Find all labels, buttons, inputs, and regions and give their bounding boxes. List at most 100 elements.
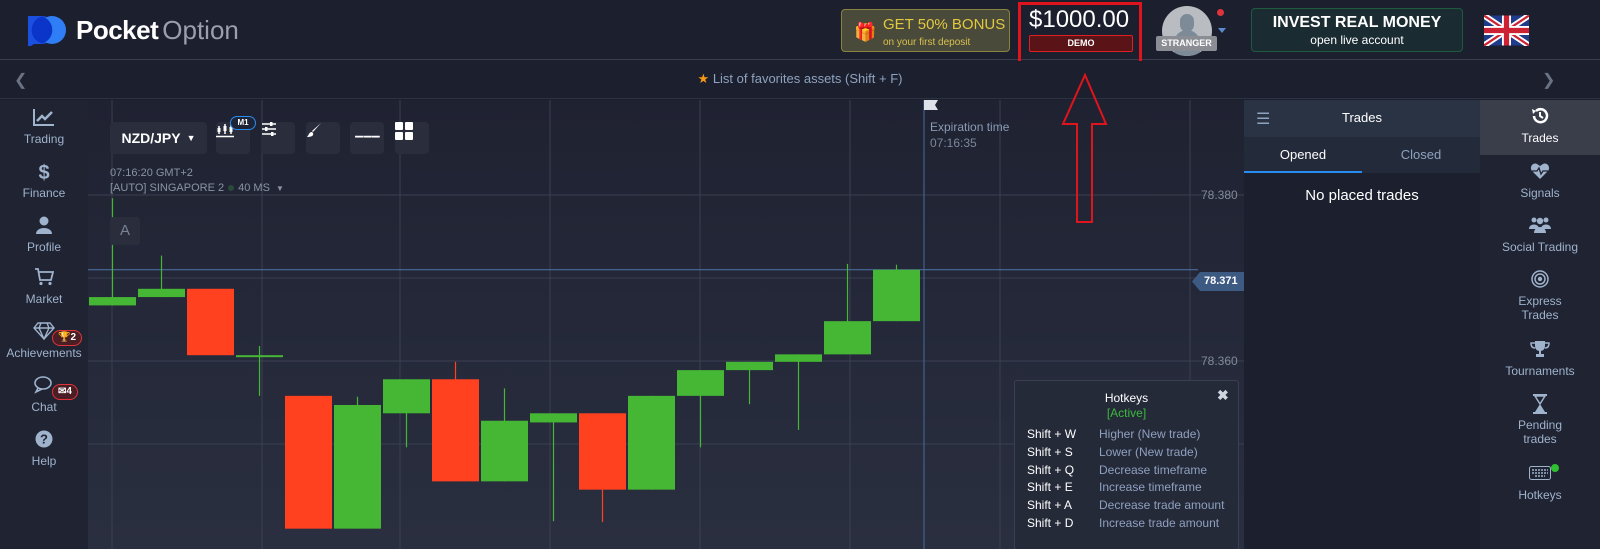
more-button[interactable]: −−− [350,122,384,154]
hourglass-icon [1480,394,1600,416]
logo-text-option: Option [162,14,239,45]
invest-subtitle: open live account [1310,33,1404,47]
target-icon [1480,270,1600,292]
candle-up [726,361,773,371]
sidebar-item-hotkeys[interactable]: Hotkeys [1480,464,1600,502]
hotkey-row: Shift + Q Decrease timeframe [1027,463,1208,477]
notification-dot [1217,9,1224,16]
close-icon[interactable]: ✖ [1217,387,1229,404]
gift-icon: 🎁 [854,22,877,42]
expiration-flag-icon[interactable] [924,100,944,112]
candle-up [236,355,283,358]
svg-text:?: ? [40,432,48,447]
candle-down [579,413,626,490]
achievements-badge: 🏆2 [52,330,83,346]
user-status-label: STRANGER [1156,36,1217,51]
server-selector[interactable]: [AUTO] SINGAPORE 2 40 MS ▼ [110,182,284,194]
chevron-down-icon[interactable] [1218,28,1226,33]
hotkeys-title: Hotkeys [1104,391,1149,405]
brush-icon [307,123,321,137]
dollar-icon: $ [38,162,50,184]
invest-real-money-button[interactable]: INVEST REAL MONEY open live account [1251,8,1463,52]
chevron-down-icon: ▼ [186,133,196,143]
candle-up [677,370,724,396]
timeframe-badge[interactable]: M1 [230,116,256,130]
hotkey-row: Shift + E Increase timeframe [1027,480,1202,494]
scroll-right-icon[interactable]: ❯ [1542,70,1555,90]
sidebar-item-social-trading[interactable]: Social Trading [1480,216,1600,254]
server-time: 07:16:20 GMT+2 [110,167,193,179]
candle-up [383,379,430,414]
tab-opened[interactable]: Opened [1244,137,1362,173]
sliders-icon [262,122,276,136]
sidebar-item-achievements[interactable]: Achievements 🏆2 [0,322,88,360]
trades-header: ☰ Trades [1244,100,1480,137]
right-sidebar: Trades Signals Social Trading Express Tr… [1480,100,1600,549]
tab-closed[interactable]: Closed [1362,137,1480,173]
trades-title: Trades [1342,110,1382,125]
sidebar-item-profile[interactable]: Profile [0,216,88,254]
candle-up [775,354,822,362]
trades-panel: ☰ Trades Opened Closed No placed trades [1244,100,1480,549]
sidebar-item-tournaments[interactable]: Tournaments [1480,340,1600,378]
candle-up [138,288,185,298]
favorites-bar: ❮ ★ List of favorites assets (Shift + F)… [0,61,1600,99]
chat-badge: ✉4 [52,384,78,400]
trophy-icon [1480,340,1600,362]
bonus-subtitle: on your first deposit [883,37,971,48]
logo[interactable]: Pocket Option [28,14,239,46]
account-type-badge[interactable]: DEMO [1029,35,1133,52]
empty-trades-message: No placed trades [1305,187,1419,204]
hotkey-row: Shift + D Increase trade amount [1027,516,1220,530]
hotkey-row: Shift + A Decrease trade amount [1027,498,1225,512]
candle-up [873,269,920,322]
sidebar-item-chat[interactable]: Chat ✉4 [0,376,88,414]
history-icon [1480,107,1600,129]
help-icon: ? [0,430,88,452]
indicators-button[interactable] [261,122,295,154]
account-balance[interactable]: $1000.00 [1029,6,1129,34]
sidebar-item-signals[interactable]: Signals [1480,162,1600,200]
candle-down [285,395,332,529]
uk-flag-icon[interactable] [1484,15,1529,46]
candle-up [628,395,675,490]
asset-selector[interactable]: NZD/JPY ▼ [110,122,207,154]
trades-tabs: Opened Closed [1244,137,1480,173]
users-icon [1480,216,1600,238]
sidebar-item-pending-trades[interactable]: Pending trades [1480,394,1600,446]
current-price-label: 78.371 [1192,272,1244,291]
expiration-label: Expiration time [930,120,1010,134]
invest-title: INVEST REAL MONEY [1272,14,1442,31]
pocket-option-logo-icon [28,16,66,46]
hotkeys-popup: Hotkeys [Active] ✖ Shift + W Higher (New … [1014,380,1239,549]
user-icon [0,216,88,238]
sidebar-item-trades[interactable]: Trades [1480,100,1600,155]
expiration-time: 07:16:35 [930,136,977,150]
favorites-hint[interactable]: ★ List of favorites assets (Shift + F) [0,71,1600,87]
chevron-down-icon: ▼ [275,184,284,193]
sidebar-item-express-trades[interactable]: Express Trades [1480,270,1600,322]
top-bar: Pocket Option 🎁 GET 50% BONUS on your fi… [0,0,1600,66]
hotkeys-status: [Active] [1106,406,1147,420]
drawing-tools-button[interactable] [306,122,340,154]
candle-up [481,420,528,482]
candle-down [432,379,479,482]
sidebar-item-trading[interactable]: Trading [0,108,88,146]
hotkeys-active-dot [1551,464,1559,472]
y-tick-label: 78.360 [1201,354,1238,368]
cart-icon [0,268,88,290]
candles [89,198,920,529]
sidebar-item-help[interactable]: ? Help [0,430,88,468]
grid-icon [395,122,413,140]
bonus-button[interactable]: 🎁 GET 50% BONUS on your first deposit [841,9,1010,52]
annotation-arrow-icon [1061,72,1108,223]
candle-up [530,413,577,423]
star-icon: ★ [697,71,710,86]
bonus-title: GET 50% BONUS [883,16,1006,33]
layout-button[interactable] [395,122,429,154]
sidebar-item-finance[interactable]: $ Finance [0,162,88,200]
heart-pulse-icon [1480,162,1600,184]
sidebar-item-market[interactable]: Market [0,268,88,306]
auto-scale-button[interactable]: A [110,217,140,245]
candle-up [334,404,381,529]
